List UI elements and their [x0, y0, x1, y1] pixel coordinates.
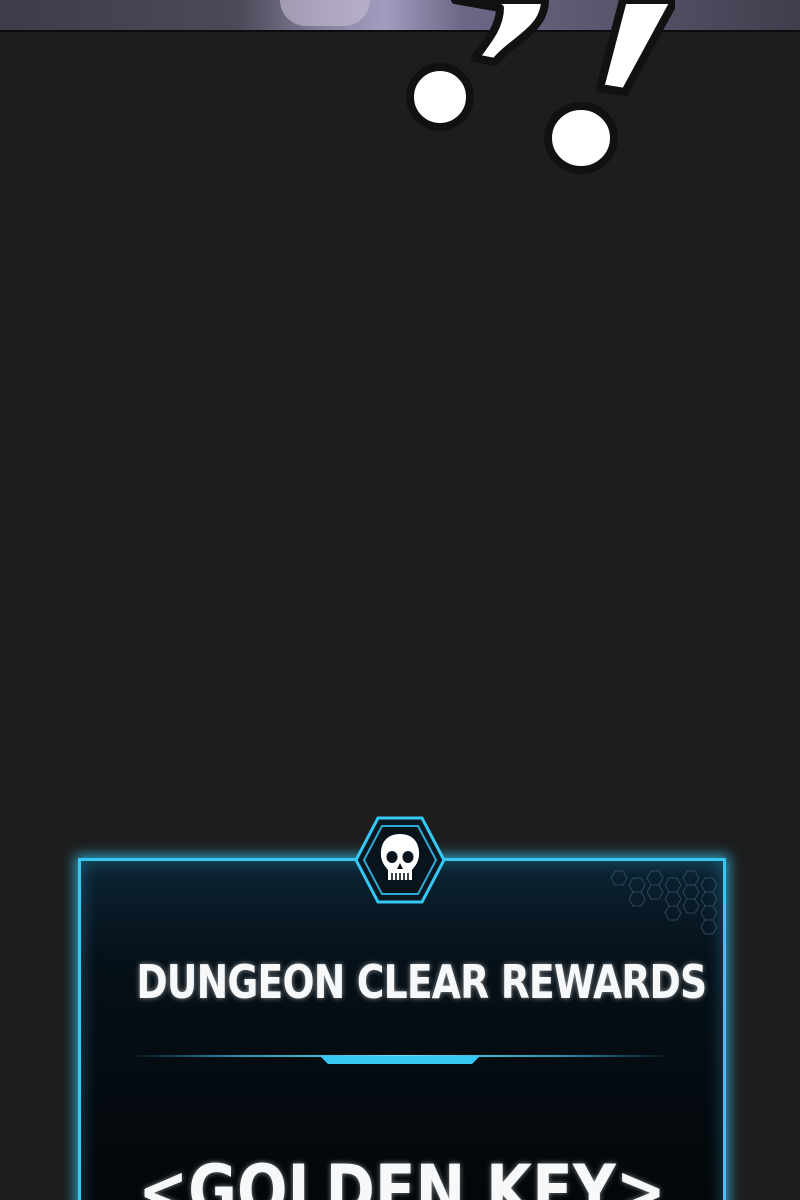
previous-panel-figure: [280, 0, 370, 26]
reward-item-name: <GOLDEN KEY>: [138, 1150, 666, 1200]
reward-window: [78, 858, 726, 1200]
comic-panel: DUNGEON CLEAR REWARDS <GOLDEN KEY>: [0, 0, 800, 1200]
skull-emblem: [354, 816, 446, 904]
sfx-exclamation-question-icon: [406, 0, 675, 174]
hex-grid-decoration: [610, 870, 718, 935]
reward-divider: [128, 1055, 672, 1064]
reward-title: DUNGEON CLEAR REWARDS: [136, 955, 707, 1009]
